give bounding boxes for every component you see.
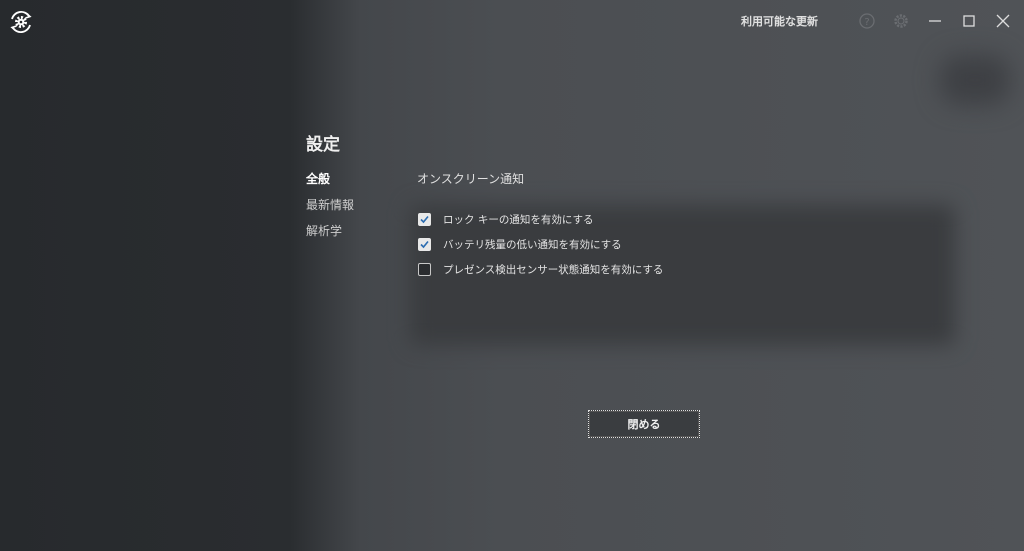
- blurred-background-element: [940, 55, 1010, 105]
- close-button[interactable]: 閉める: [588, 410, 700, 438]
- minimize-icon[interactable]: [918, 0, 952, 42]
- title-bar: 利用可能な更新 ?: [741, 0, 1024, 42]
- option-label: プレゼンス検出センサー状態通知を有効にする: [443, 264, 664, 276]
- settings-icon[interactable]: [884, 0, 918, 42]
- nav-item-whats-new[interactable]: 最新情報: [306, 196, 354, 222]
- checkbox[interactable]: [418, 263, 431, 276]
- check-icon: [420, 215, 429, 224]
- option-label: バッテリ残量の低い通知を有効にする: [443, 239, 622, 251]
- nav-item-general[interactable]: 全般: [306, 170, 354, 196]
- app-logo-icon: [10, 11, 32, 33]
- close-icon[interactable]: [986, 0, 1020, 42]
- page-title: 設定: [306, 135, 340, 155]
- checkbox[interactable]: [418, 213, 431, 226]
- maximize-icon[interactable]: [952, 0, 986, 42]
- available-updates-link[interactable]: 利用可能な更新: [741, 13, 818, 29]
- option-lock-key[interactable]: ロック キーの通知を有効にする: [418, 207, 663, 232]
- help-icon[interactable]: ?: [850, 0, 884, 42]
- notification-options: ロック キーの通知を有効にする バッテリ残量の低い通知を有効にする プレゼンス検…: [418, 207, 663, 282]
- section-title: オンスクリーン通知: [417, 172, 525, 186]
- svg-text:?: ?: [864, 17, 869, 28]
- check-icon: [420, 240, 429, 249]
- option-low-battery[interactable]: バッテリ残量の低い通知を有効にする: [418, 232, 663, 257]
- option-presence-sensor[interactable]: プレゼンス検出センサー状態通知を有効にする: [418, 257, 663, 282]
- option-label: ロック キーの通知を有効にする: [443, 214, 594, 226]
- checkbox[interactable]: [418, 238, 431, 251]
- nav-item-analytics[interactable]: 解析学: [306, 222, 354, 248]
- settings-nav: 全般 最新情報 解析学: [306, 170, 354, 248]
